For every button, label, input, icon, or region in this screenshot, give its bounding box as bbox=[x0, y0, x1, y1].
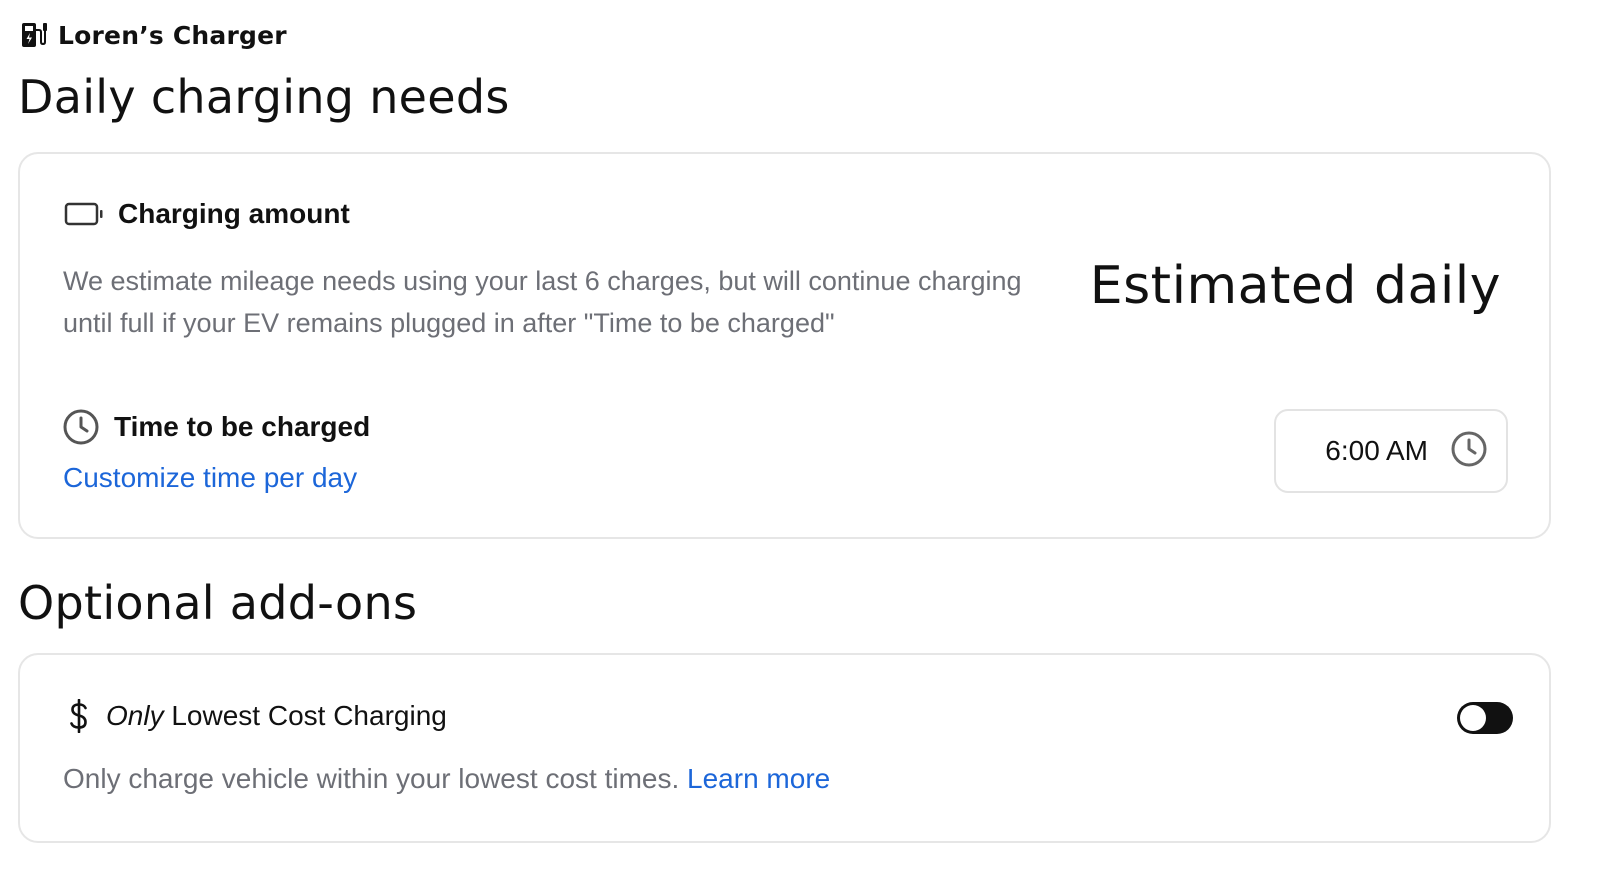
charging-amount-header: Charging amount bbox=[64, 198, 350, 230]
battery-icon bbox=[64, 202, 104, 226]
lowest-cost-toggle[interactable] bbox=[1457, 702, 1513, 734]
charger-settings-page: Loren’s Charger Daily charging needs Cha… bbox=[0, 0, 1600, 877]
customize-time-link[interactable]: Customize time per day bbox=[63, 462, 357, 494]
clock-icon bbox=[1450, 430, 1488, 473]
daily-charging-title: Daily charging needs bbox=[18, 70, 510, 124]
lowest-cost-title: Only Lowest Cost Charging bbox=[106, 700, 447, 732]
device-header: Loren’s Charger bbox=[20, 18, 287, 52]
charging-amount-description: We estimate mileage needs using your las… bbox=[63, 266, 1022, 338]
time-picker[interactable]: 6:00 AM bbox=[1274, 409, 1508, 493]
ev-charger-icon bbox=[20, 20, 48, 50]
lowest-cost-header: Only Lowest Cost Charging bbox=[68, 699, 447, 733]
lowest-cost-emphasis: Only bbox=[106, 700, 164, 731]
clock-icon bbox=[62, 408, 100, 446]
lowest-cost-description: Only charge vehicle within your lowest c… bbox=[63, 763, 680, 794]
toggle-knob bbox=[1460, 705, 1486, 731]
estimated-daily-label: Estimated daily bbox=[1089, 256, 1501, 316]
charging-needs-card: Charging amount We estimate mileage need… bbox=[18, 152, 1551, 539]
device-name: Loren’s Charger bbox=[58, 20, 287, 50]
learn-more-link[interactable]: Learn more bbox=[687, 763, 830, 794]
dollar-icon bbox=[68, 699, 90, 733]
time-value: 6:00 AM bbox=[1325, 435, 1428, 466]
time-to-be-charged-header: Time to be charged bbox=[62, 408, 370, 446]
charging-amount-title: Charging amount bbox=[118, 198, 350, 229]
lowest-cost-title-rest: Lowest Cost Charging bbox=[171, 700, 447, 731]
lowest-cost-description-row: Only charge vehicle within your lowest c… bbox=[63, 763, 830, 795]
optional-addons-title: Optional add-ons bbox=[18, 576, 418, 630]
time-to-be-charged-title: Time to be charged bbox=[114, 411, 371, 442]
addons-card: Only Lowest Cost Charging Only charge ve… bbox=[18, 653, 1551, 843]
